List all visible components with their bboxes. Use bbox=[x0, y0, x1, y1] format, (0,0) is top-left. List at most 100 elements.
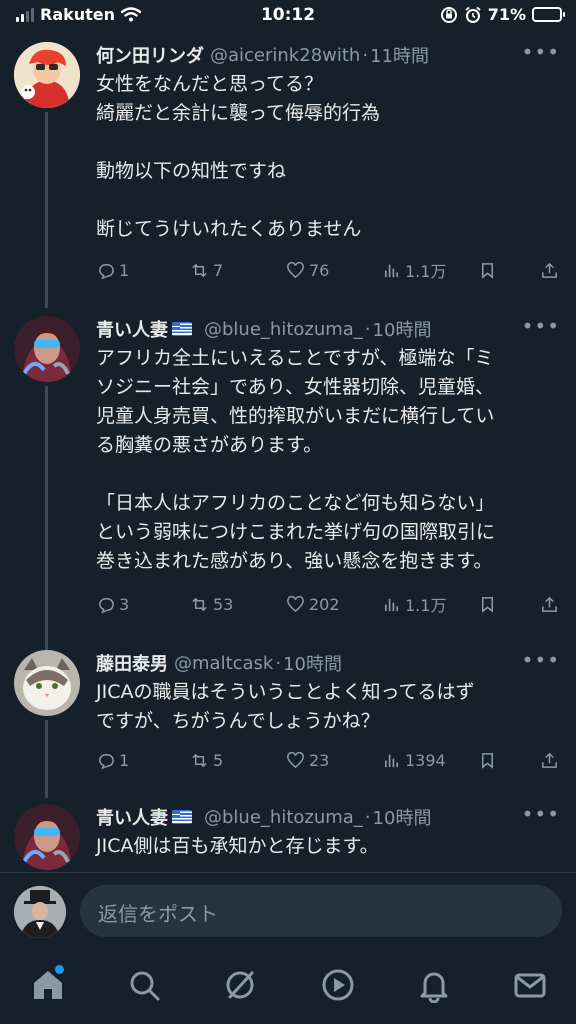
author-name[interactable]: 何ン田リンダ bbox=[96, 42, 204, 68]
tab-bar bbox=[0, 950, 576, 1024]
tweet-header: 藤田泰男 @maltcask · 10時間 bbox=[96, 650, 562, 676]
tweet[interactable]: 藤田泰男 @maltcask · 10時間 ••• JICAの職員はそういうこと… bbox=[0, 648, 576, 798]
text-line: 断じてうけいれたくありません bbox=[96, 218, 362, 240]
views-icon bbox=[384, 598, 399, 611]
bookmark-button[interactable] bbox=[478, 258, 497, 282]
views-icon bbox=[384, 264, 399, 277]
author-name[interactable]: 青い人妻 bbox=[96, 804, 168, 830]
like-count: 202 bbox=[309, 594, 340, 614]
reply-count: 1 bbox=[119, 260, 130, 280]
reply-button[interactable]: 1 bbox=[96, 748, 129, 772]
notification-dot bbox=[55, 965, 64, 974]
tweet[interactable]: 何ン田リンダ @aicerink28with · 11時間 ••• 女性をなんだ… bbox=[0, 40, 576, 308]
thread-line bbox=[45, 386, 48, 652]
like-button[interactable]: 76 bbox=[286, 258, 329, 282]
text-line bbox=[96, 186, 564, 215]
reply-icon bbox=[99, 263, 114, 279]
author-handle[interactable]: @blue_hitozuma_ bbox=[204, 319, 363, 340]
like-button[interactable]: 23 bbox=[286, 748, 329, 772]
text-line: 綺麗だと余計に襲って侮辱的行為 bbox=[96, 102, 381, 124]
post-time[interactable]: 10時間 bbox=[283, 650, 342, 676]
repost-icon bbox=[192, 597, 207, 611]
text-line: 動物以下の知性ですね bbox=[96, 160, 287, 182]
text-line: る胸糞の悪さがあります。 bbox=[96, 434, 323, 456]
tab-grok[interactable] bbox=[222, 967, 258, 1003]
views-button[interactable]: 1.1万 bbox=[382, 258, 446, 282]
repost-button[interactable]: 7 bbox=[190, 258, 223, 282]
reply-input[interactable]: 返信をポスト bbox=[80, 885, 562, 937]
bookmark-button[interactable] bbox=[478, 748, 497, 772]
post-time[interactable]: 10時間 bbox=[373, 804, 432, 830]
text-line: JICAの職員はそういうことよく知ってるはず bbox=[96, 681, 475, 703]
views-button[interactable]: 1.1万 bbox=[382, 592, 446, 616]
reply-button[interactable]: 1 bbox=[96, 258, 129, 282]
greece-flag-icon bbox=[172, 810, 192, 824]
share-icon bbox=[542, 596, 557, 612]
text-line: ソジニー社会」であり、女性器切除、児童婚、 bbox=[96, 376, 495, 398]
thread-line bbox=[45, 720, 48, 798]
tab-messages[interactable] bbox=[512, 967, 548, 1003]
grok-icon bbox=[226, 971, 254, 999]
tweet[interactable]: 青い人妻 @blue_hitozuma_ · 10時間 ••• アフリカ全土にい… bbox=[0, 314, 576, 652]
tweet[interactable]: 青い人妻 @blue_hitozuma_ · 10時間 ••• JICA側は百も… bbox=[0, 802, 576, 872]
status-right: 71% bbox=[440, 5, 565, 24]
tweet-text: JICAの職員はそういうことよく知ってるはず ですが、ちがうんでしょうかね？ bbox=[96, 678, 564, 736]
author-name[interactable]: 藤田泰男 bbox=[96, 650, 168, 676]
search-icon bbox=[130, 971, 160, 1001]
bell-icon bbox=[420, 972, 448, 1004]
user-avatar[interactable] bbox=[14, 886, 66, 938]
post-time[interactable]: 10時間 bbox=[373, 316, 432, 342]
reply-icon bbox=[99, 597, 114, 613]
more-icon[interactable]: ••• bbox=[522, 650, 560, 670]
separator-dot: · bbox=[362, 44, 369, 66]
share-button[interactable] bbox=[540, 748, 559, 772]
reply-icon bbox=[99, 753, 114, 769]
more-icon[interactable]: ••• bbox=[522, 42, 560, 62]
repost-icon bbox=[192, 263, 207, 277]
like-count: 23 bbox=[309, 750, 330, 770]
author-name[interactable]: 青い人妻 bbox=[96, 316, 168, 342]
share-button[interactable] bbox=[540, 258, 559, 282]
greece-flag-icon bbox=[172, 322, 192, 336]
text-line: 「日本人はアフリカのことなど何も知らない」 bbox=[96, 492, 495, 514]
author-handle[interactable]: @blue_hitozuma_ bbox=[204, 807, 363, 828]
text-line: 児童人身売買、性的搾取がいまだに横行してい bbox=[96, 405, 495, 427]
tweet-text: アフリカ全土にいえることですが、極端な「ミ ソジニー社会」であり、女性器切除、児… bbox=[96, 344, 564, 576]
text-line: 女性をなんだと思ってる？ bbox=[96, 73, 324, 95]
text-line: ですが、ちがうんでしょうかね？ bbox=[96, 710, 380, 732]
text-line: という弱味につけこまれた挙げ句の国際取引に bbox=[96, 521, 496, 543]
tab-search[interactable] bbox=[126, 967, 162, 1003]
more-icon[interactable]: ••• bbox=[522, 316, 560, 336]
share-button[interactable] bbox=[540, 592, 559, 616]
bookmark-icon bbox=[481, 752, 494, 769]
author-handle[interactable]: @aicerink28with bbox=[210, 45, 360, 66]
view-count: 1.1万 bbox=[405, 596, 447, 615]
repost-count: 5 bbox=[213, 750, 224, 770]
views-button[interactable]: 1394 bbox=[382, 748, 446, 772]
tab-notifications[interactable] bbox=[416, 967, 452, 1004]
tab-home[interactable] bbox=[30, 965, 66, 1003]
post-time[interactable]: 11時間 bbox=[370, 42, 429, 68]
reply-button[interactable]: 3 bbox=[96, 592, 129, 616]
avatar[interactable] bbox=[14, 650, 80, 716]
share-icon bbox=[542, 262, 557, 278]
tab-video[interactable] bbox=[320, 967, 356, 1003]
repost-icon bbox=[192, 753, 207, 767]
bookmark-icon bbox=[481, 596, 494, 613]
avatar[interactable] bbox=[14, 316, 80, 382]
text-line bbox=[96, 460, 564, 489]
repost-button[interactable]: 53 bbox=[190, 592, 233, 616]
view-count: 1394 bbox=[405, 750, 446, 770]
text-line: 巻き込まれた感があり、強い懸念を抱きます。 bbox=[96, 550, 493, 572]
separator-dot: · bbox=[364, 806, 371, 828]
avatar[interactable] bbox=[14, 42, 80, 108]
bookmark-button[interactable] bbox=[478, 592, 497, 616]
avatar[interactable] bbox=[14, 804, 80, 870]
action-bar: 3 53 202 1.1万 bbox=[96, 592, 566, 616]
orientation-lock-icon bbox=[440, 6, 457, 23]
more-icon[interactable]: ••• bbox=[522, 804, 560, 824]
repost-button[interactable]: 5 bbox=[190, 748, 223, 772]
like-button[interactable]: 202 bbox=[286, 592, 340, 616]
reply-count: 1 bbox=[119, 750, 130, 770]
author-handle[interactable]: @maltcask bbox=[174, 653, 273, 674]
